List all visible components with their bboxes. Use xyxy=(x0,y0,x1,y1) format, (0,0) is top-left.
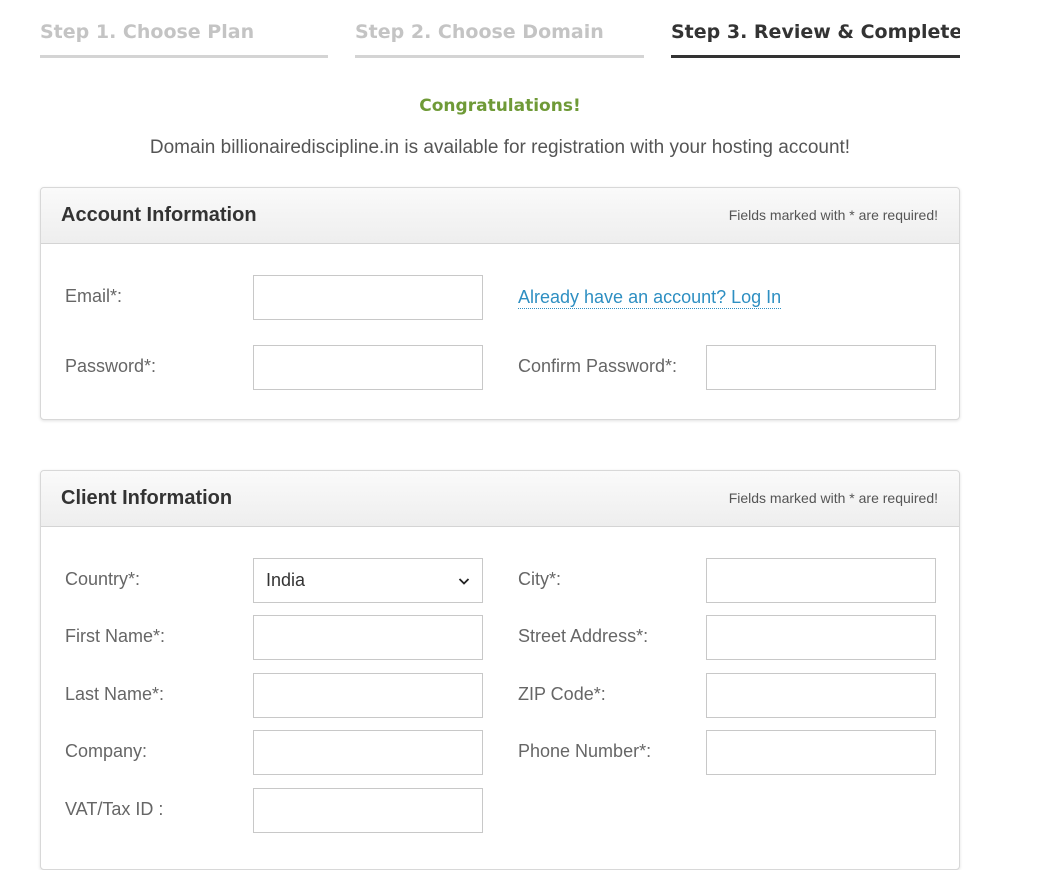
street-address-label: Street Address*: xyxy=(518,626,649,646)
confirm-password-label: Confirm Password*: xyxy=(518,356,678,376)
success-heading: Congratulations! xyxy=(419,96,581,116)
vat-tax-id-label: VAT/Tax ID : xyxy=(65,799,164,819)
password-field[interactable] xyxy=(253,345,483,390)
phone-number-field[interactable] xyxy=(706,730,936,775)
client-information-panel: Client Information Fields marked with * … xyxy=(40,470,960,870)
step-choose-domain[interactable]: Step 2. Choose Domain xyxy=(355,20,644,58)
email-label: Email*: xyxy=(65,286,123,306)
zip-code-field[interactable] xyxy=(706,673,936,718)
panel-header: Account Information Fields marked with *… xyxy=(41,188,959,244)
login-link[interactable]: Already have an account? Log In xyxy=(518,286,782,309)
last-name-label: Last Name*: xyxy=(65,684,165,704)
first-name-field[interactable] xyxy=(253,615,483,660)
required-fields-note: Fields marked with * are required! xyxy=(728,207,938,223)
country-label: Country*: xyxy=(65,569,141,589)
zip-code-label: ZIP Code*: xyxy=(518,684,606,704)
chevron-down-icon xyxy=(458,577,470,585)
account-information-panel: Account Information Fields marked with *… xyxy=(40,187,960,420)
availability-message: Domain billionairediscipline.in is avail… xyxy=(149,137,851,158)
step-choose-plan[interactable]: Step 1. Choose Plan xyxy=(40,20,328,58)
required-fields-note: Fields marked with * are required! xyxy=(728,490,938,506)
street-address-field[interactable] xyxy=(706,615,936,660)
confirm-password-field[interactable] xyxy=(706,345,936,390)
country-select-value: India xyxy=(266,570,306,590)
phone-number-label: Phone Number*: xyxy=(518,741,652,761)
vat-tax-id-field[interactable] xyxy=(253,788,483,833)
checkout-steps: Step 1. Choose Plan Step 2. Choose Domai… xyxy=(40,0,960,60)
email-field[interactable] xyxy=(253,275,483,320)
country-select[interactable]: India xyxy=(253,558,483,603)
company-label: Company: xyxy=(65,741,148,761)
step-review-complete: Step 3. Review & Complete xyxy=(671,20,960,58)
first-name-label: First Name*: xyxy=(65,626,166,646)
panel-title: Client Information xyxy=(61,487,233,509)
password-label: Password*: xyxy=(65,356,157,376)
panel-header: Client Information Fields marked with * … xyxy=(41,471,959,527)
company-field[interactable] xyxy=(253,730,483,775)
panel-title: Account Information xyxy=(61,204,257,226)
city-field[interactable] xyxy=(706,558,936,603)
city-label: City*: xyxy=(518,569,562,589)
last-name-field[interactable] xyxy=(253,673,483,718)
